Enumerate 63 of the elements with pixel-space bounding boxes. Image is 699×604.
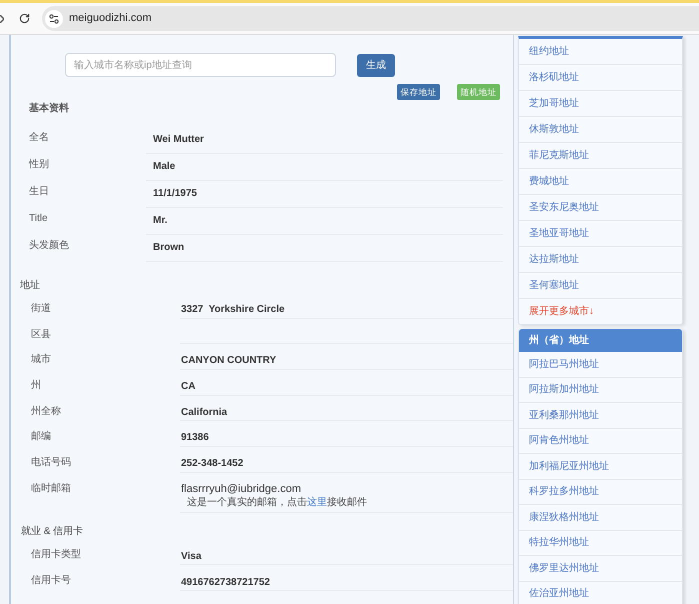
field-label: 全名 <box>29 132 49 143</box>
city-link[interactable]: 费城地址 <box>519 169 682 195</box>
city-link[interactable]: 达拉斯地址 <box>519 247 682 273</box>
field-label: 区县 <box>31 328 51 340</box>
field-label: 邮编 <box>31 431 51 442</box>
generate-button[interactable]: 生成 <box>357 54 395 77</box>
receive-mail-link[interactable]: 这里 <box>307 496 327 508</box>
field-label: 城市 <box>31 354 51 366</box>
state-link[interactable]: 科罗拉多州地址 <box>519 480 682 505</box>
field-value: Wei Mutter <box>153 133 204 147</box>
section-heading: 就业 & 信用卡 <box>21 526 84 537</box>
city-link[interactable]: 休斯敦地址 <box>519 117 682 143</box>
city-link[interactable]: 芝加哥地址 <box>519 91 682 117</box>
city-link[interactable]: 洛杉矶地址 <box>519 65 682 91</box>
state-link[interactable]: 佐治亚州地址 <box>519 582 682 604</box>
random-address-button[interactable]: 随机地址 <box>457 84 500 100</box>
field-label: 电话号码 <box>31 457 71 468</box>
city-link[interactable]: 圣何塞地址 <box>519 273 682 299</box>
field-value: CA <box>181 380 196 394</box>
field-label: 临时邮箱 <box>31 482 71 494</box>
more-cities-link[interactable]: 展开更多城市↓ <box>519 299 682 324</box>
field-value: 4916762738721752 <box>181 576 270 590</box>
reload-icon[interactable] <box>19 13 30 24</box>
field-label: Title <box>29 213 48 224</box>
search-field[interactable]: 输入城市名称或ip地址查询 <box>65 53 336 77</box>
field-value: Mr. <box>153 214 168 228</box>
field-label: 性别 <box>29 159 49 170</box>
field-value: 3327 Yorkshire Circle <box>181 303 285 317</box>
field-value: 91386 <box>181 431 209 446</box>
field-value: California <box>181 406 228 420</box>
city-link[interactable]: 纽约地址 <box>519 39 682 65</box>
save-address-button[interactable]: 保存地址 <box>397 84 440 100</box>
state-link[interactable]: 阿拉斯加州地址 <box>519 378 682 403</box>
city-link[interactable]: 菲尼克斯地址 <box>519 143 682 169</box>
site-settings-icon[interactable] <box>45 10 63 28</box>
field-label: 头发颜色 <box>29 240 69 251</box>
city-link[interactable]: 圣安东尼奥地址 <box>519 195 682 221</box>
state-link[interactable]: 特拉华州地址 <box>519 530 682 556</box>
state-link[interactable]: 阿拉巴马州地址 <box>519 352 682 378</box>
field-value: 11/1/1975 <box>153 187 197 201</box>
field-label: 信用卡号 <box>31 574 71 586</box>
state-link[interactable]: 康涅狄格州地址 <box>519 505 682 530</box>
state-link[interactable]: 佛罗里达州地址 <box>519 556 682 582</box>
field-value: Brown <box>153 241 184 255</box>
address-bar[interactable]: meiguodizhi.com <box>42 6 699 31</box>
city-link[interactable]: 圣地亚哥地址 <box>519 221 682 247</box>
field-value: CANYON COUNTRY <box>181 354 276 368</box>
field-label: 州全称 <box>31 406 61 417</box>
state-link[interactable]: 阿肯色州地址 <box>519 428 682 454</box>
states-heading: 州（省）地址 <box>519 329 682 352</box>
field-value: Visa <box>181 550 202 564</box>
email-value: flasrrryuh@iubridge.com <box>181 482 301 496</box>
field-label: 生日 <box>29 186 49 197</box>
field-value: 252-348-1452 <box>181 457 244 472</box>
section-heading: 地址 <box>20 280 40 291</box>
field-label: 州 <box>31 380 41 392</box>
field-label: 街道 <box>31 303 51 314</box>
field-label: 信用卡类型 <box>31 548 81 560</box>
state-link[interactable]: 亚利桑那州地址 <box>519 403 682 428</box>
email-note: 这是一个真实的邮箱，点击这里接收邮件 <box>187 496 367 510</box>
section-heading: 基本资料 <box>29 103 69 114</box>
state-link[interactable]: 加利福尼亚州地址 <box>519 454 682 480</box>
field-value: Male <box>153 160 176 174</box>
